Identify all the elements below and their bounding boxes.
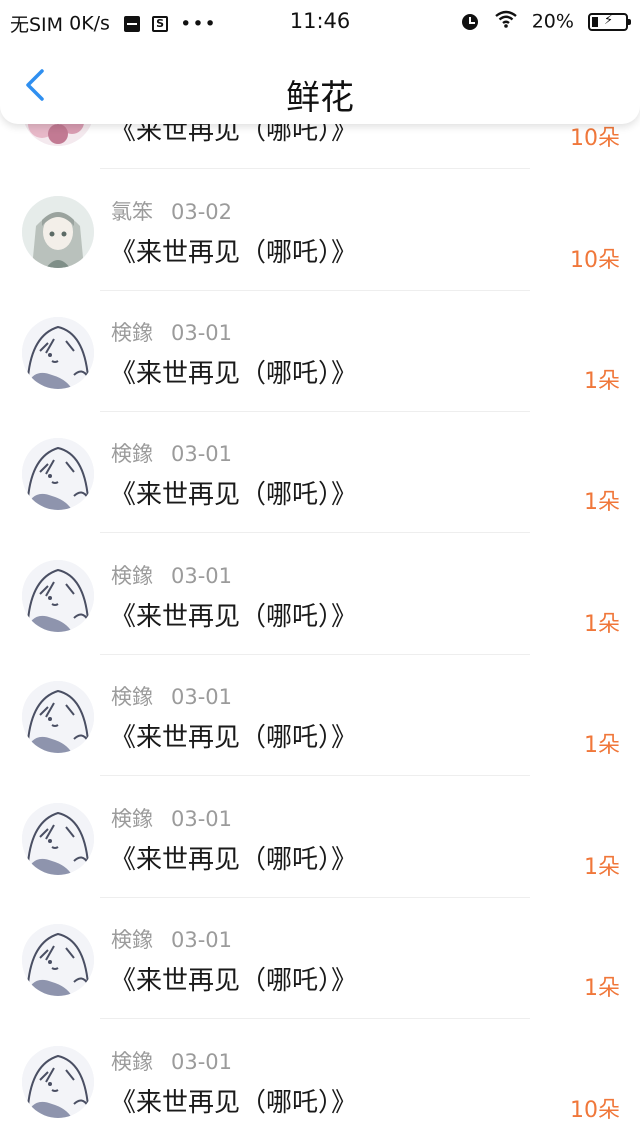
divider	[100, 1018, 530, 1019]
avatar-image	[22, 1046, 94, 1118]
item-title: 《来世再见（哪吒）》	[110, 359, 358, 389]
list-item[interactable]: 検鐌 03-01 《来世再见（哪吒）》 1朵	[0, 291, 640, 412]
avatar[interactable]	[22, 438, 94, 510]
avatar[interactable]	[22, 1046, 94, 1118]
post-date: 03-01	[171, 564, 233, 588]
avatar-image	[22, 924, 94, 996]
post-date: 03-01	[171, 685, 233, 709]
flower-count: 1朵	[584, 490, 620, 515]
divider	[100, 168, 530, 169]
avatar-image	[22, 560, 94, 632]
avatar-image	[22, 317, 94, 389]
item-title: 《来世再见（哪吒）》	[110, 238, 358, 268]
item-title: 《来世再见（哪吒）》	[110, 1088, 358, 1118]
status-bar: 无SIM 0K/s S ••• 11:46 20% ⚡	[0, 0, 640, 44]
user-name[interactable]: 検鐌	[111, 928, 153, 952]
avatar-image	[22, 681, 94, 753]
item-title: 《来世再见（哪吒）》	[110, 602, 358, 632]
alarm-icon	[461, 13, 478, 30]
user-name[interactable]: 検鐌	[111, 564, 153, 588]
flower-count: 10朵	[570, 1098, 620, 1123]
avatar[interactable]	[22, 803, 94, 875]
user-name[interactable]: 検鐌	[111, 807, 153, 831]
user-name[interactable]: 検鐌	[111, 442, 153, 466]
user-name[interactable]: 検鐌	[111, 685, 153, 709]
list-item[interactable]: 検鐌 03-01 《来世再见（哪吒）》 1朵	[0, 412, 640, 533]
battery-percent: 20%	[531, 10, 574, 33]
flower-count: 10朵	[570, 126, 620, 151]
avatar[interactable]	[22, 317, 94, 389]
post-date: 03-01	[171, 321, 233, 345]
user-name[interactable]: 検鐌	[111, 1050, 153, 1074]
avatar-image	[22, 196, 94, 268]
page-title: 鲜花	[286, 78, 354, 118]
list-item[interactable]: 検鐌 03-01 《来世再见（哪吒）》 10朵	[0, 1020, 640, 1141]
list-item[interactable]: 検鐌 03-01 《来世再见（哪吒）》 1朵	[0, 898, 640, 1019]
item-title: 《来世再见（哪吒）》	[110, 480, 358, 510]
avatar[interactable]	[22, 681, 94, 753]
flower-count: 1朵	[584, 855, 620, 880]
avatar-image	[22, 438, 94, 510]
user-name[interactable]: 検鐌	[111, 321, 153, 345]
list-item[interactable]: 氯笨 03-02 《来世再见（哪吒）》 10朵	[0, 170, 640, 291]
post-date: 03-01	[171, 1050, 233, 1074]
post-date: 03-02	[171, 200, 233, 224]
avatar[interactable]	[22, 560, 94, 632]
item-title: 《来世再见（哪吒）》	[110, 723, 358, 753]
flower-count: 1朵	[584, 369, 620, 394]
list-item[interactable]: 検鐌 03-01 《来世再见（哪吒）》 1朵	[0, 777, 640, 898]
post-date: 03-01	[171, 807, 233, 831]
user-name[interactable]: 氯笨	[111, 200, 153, 224]
item-title: 《来世再见（哪吒）》	[110, 845, 358, 875]
avatar-image	[22, 803, 94, 875]
post-date: 03-01	[171, 928, 233, 952]
battery-icon: ⚡	[588, 12, 631, 31]
divider	[100, 532, 530, 533]
item-title: 《来世再见（哪吒）》	[110, 966, 358, 996]
avatar[interactable]	[22, 924, 94, 996]
list-item[interactable]: 検鐌 03-01 《来世再见（哪吒）》 1朵	[0, 534, 640, 655]
flower-count: 1朵	[584, 976, 620, 1001]
divider	[100, 775, 530, 776]
flower-list[interactable]: 《来世再见（哪吒）》 10朵 氯笨 03-02 《来世再见（哪吒）》 10朵 検…	[0, 0, 640, 1138]
flower-count: 10朵	[570, 248, 620, 273]
flower-count: 1朵	[584, 612, 620, 637]
wifi-icon	[494, 10, 518, 33]
flower-count: 1朵	[584, 733, 620, 758]
avatar[interactable]	[22, 196, 94, 268]
post-date: 03-01	[171, 442, 233, 466]
nav-bar: 鲜花	[0, 44, 640, 124]
list-item[interactable]: 検鐌 03-01 《来世再见（哪吒）》 1朵	[0, 655, 640, 776]
